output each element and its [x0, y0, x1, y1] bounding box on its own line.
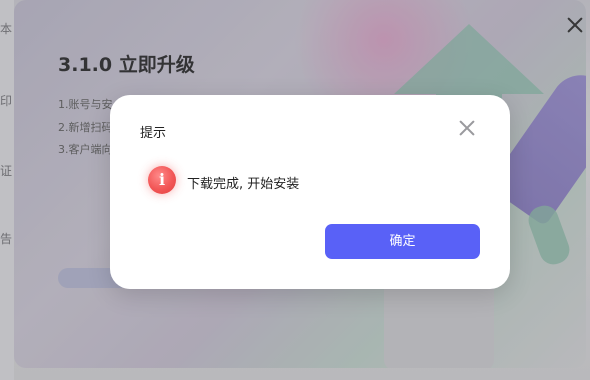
dialog-message: 下载完成, 开始安装 — [187, 177, 300, 192]
close-icon[interactable] — [458, 119, 476, 137]
alert-dialog: 提示 i 下载完成, 开始安装 确定 — [110, 95, 510, 289]
info-icon: i — [148, 166, 176, 194]
confirm-button[interactable]: 确定 — [325, 224, 480, 259]
dialog-title: 提示 — [140, 126, 167, 141]
